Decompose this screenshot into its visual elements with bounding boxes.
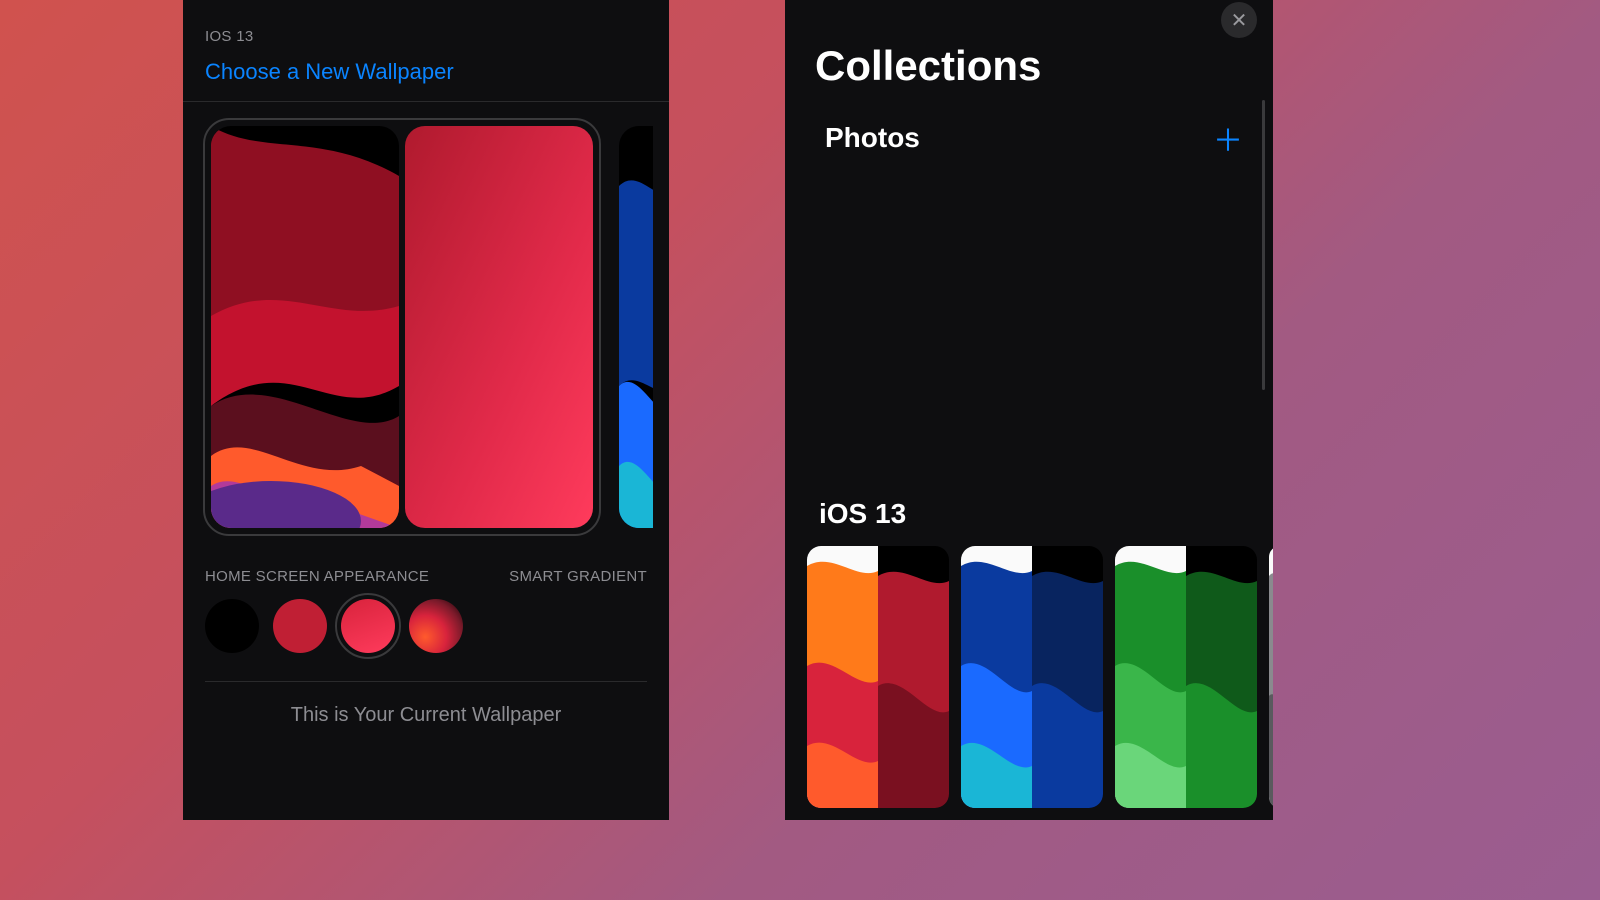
close-button[interactable]: ✕ — [1221, 2, 1257, 38]
swatch-pink[interactable] — [341, 599, 395, 653]
swatch-black[interactable] — [205, 599, 259, 653]
add-photos-button[interactable]: ＋ — [1213, 116, 1243, 160]
wallpaper-thumb-red[interactable] — [807, 546, 949, 808]
ios13-thumbnails — [785, 546, 1273, 808]
choose-new-wallpaper-link[interactable]: Choose a New Wallpaper — [183, 53, 669, 102]
current-wallpaper-pair[interactable] — [203, 118, 601, 536]
swatch-dynamic[interactable] — [409, 599, 463, 653]
photos-label: Photos — [825, 122, 920, 154]
plus-icon: ＋ — [1213, 125, 1243, 158]
wallpaper-preview-area — [183, 102, 669, 560]
collections-panel: ✕ Collections Photos ＋ iOS 13 — [785, 0, 1273, 820]
ios13-section-label: iOS 13 — [785, 168, 1273, 546]
wallpaper-thumb-green[interactable] — [1115, 546, 1257, 808]
appearance-label: HOME SCREEN APPEARANCE — [205, 568, 429, 585]
appearance-swatches — [205, 599, 647, 682]
current-wallpaper-note: This is Your Current Wallpaper — [205, 682, 647, 749]
home-screen-appearance-section: HOME SCREEN APPEARANCE SMART GRADIENT Th… — [183, 560, 669, 749]
lock-screen-preview — [211, 126, 399, 528]
section-label-ios13: IOS 13 — [183, 0, 669, 53]
next-wallpaper-peek[interactable] — [619, 126, 653, 528]
home-screen-preview — [405, 126, 593, 528]
wallpaper-settings-panel: IOS 13 Choose a New Wallpaper HOME SCREE… — [183, 0, 669, 820]
photos-row[interactable]: Photos ＋ — [785, 108, 1273, 168]
collections-title: Collections — [785, 0, 1273, 108]
swatch-crimson[interactable] — [273, 599, 327, 653]
wallpaper-thumb-grey-peek[interactable] — [1269, 546, 1273, 808]
smart-gradient-label: SMART GRADIENT — [509, 568, 647, 585]
close-icon: ✕ — [1231, 8, 1248, 33]
wallpaper-thumb-blue[interactable] — [961, 546, 1103, 808]
